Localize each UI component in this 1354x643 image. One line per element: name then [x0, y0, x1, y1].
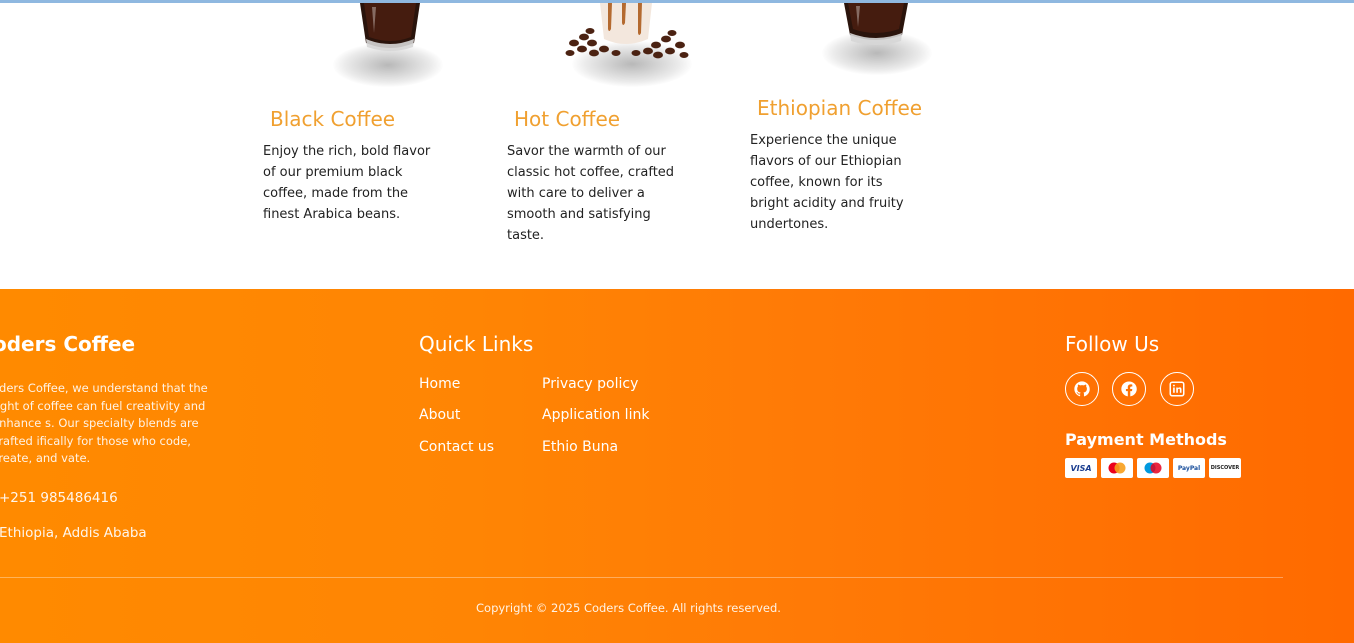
footer-link-home[interactable]: Home	[419, 376, 460, 392]
discover-label: DISCOVER	[1210, 465, 1240, 471]
discover-card-icon: DISCOVER	[1209, 458, 1241, 478]
linkedin-icon[interactable]	[1160, 372, 1194, 406]
product-description-hot-coffee: Savor the warmth of our classic hot coff…	[507, 144, 675, 243]
follow-us-title: Follow Us	[1065, 332, 1160, 356]
mastercard-icon	[1101, 458, 1133, 478]
product-title-ethiopian-coffee: Ethiopian Coffee	[757, 96, 923, 120]
footer-link-contact[interactable]: Contact us	[419, 439, 494, 455]
product-title-hot-coffee: Hot Coffee	[514, 107, 621, 131]
product-title-black-coffee: Black Coffee	[270, 107, 396, 131]
footer-link-about[interactable]: About	[419, 407, 460, 423]
footer-brand-title: oders Coffee	[0, 332, 136, 356]
footer-link-ethio-buna[interactable]: Ethio Buna	[542, 439, 618, 455]
paypal-card-icon: PayPal	[1173, 458, 1205, 478]
products-section: Black Coffee Enjoy the rich, bold flavor…	[0, 3, 1354, 289]
payment-methods-title: Payment Methods	[1065, 430, 1227, 449]
product-description-ethiopian-coffee: Experience the unique flavors of our Eth…	[750, 133, 904, 232]
footer-phone: +251 985486416	[0, 490, 118, 506]
product-description-black-coffee: Enjoy the rich, bold flavor of our premi…	[263, 144, 431, 222]
github-icon[interactable]	[1065, 372, 1099, 406]
footer-about-text: oders Coffee, we understand that the rig…	[0, 381, 208, 465]
hot-coffee-image	[565, 3, 689, 59]
footer-link-application[interactable]: Application link	[542, 407, 649, 423]
maestro-card-icon	[1137, 458, 1169, 478]
black-coffee-image	[360, 3, 420, 51]
facebook-icon[interactable]	[1112, 372, 1146, 406]
paypal-label: PayPal	[1177, 464, 1201, 472]
ethiopian-coffee-image	[844, 3, 908, 45]
site-footer: oders Coffee oders Coffee, we understand…	[0, 289, 1354, 643]
visa-label: VISA	[1070, 463, 1092, 473]
visa-card-icon: VISA	[1065, 458, 1097, 478]
footer-link-privacy-policy[interactable]: Privacy policy	[542, 376, 638, 392]
footer-location: Ethiopia, Addis Ababa	[0, 525, 147, 541]
quick-links-title: Quick Links	[419, 332, 534, 356]
copyright-text: Copyright © 2025 Coders Coffee. All righ…	[476, 601, 781, 615]
footer-divider	[0, 577, 1283, 578]
